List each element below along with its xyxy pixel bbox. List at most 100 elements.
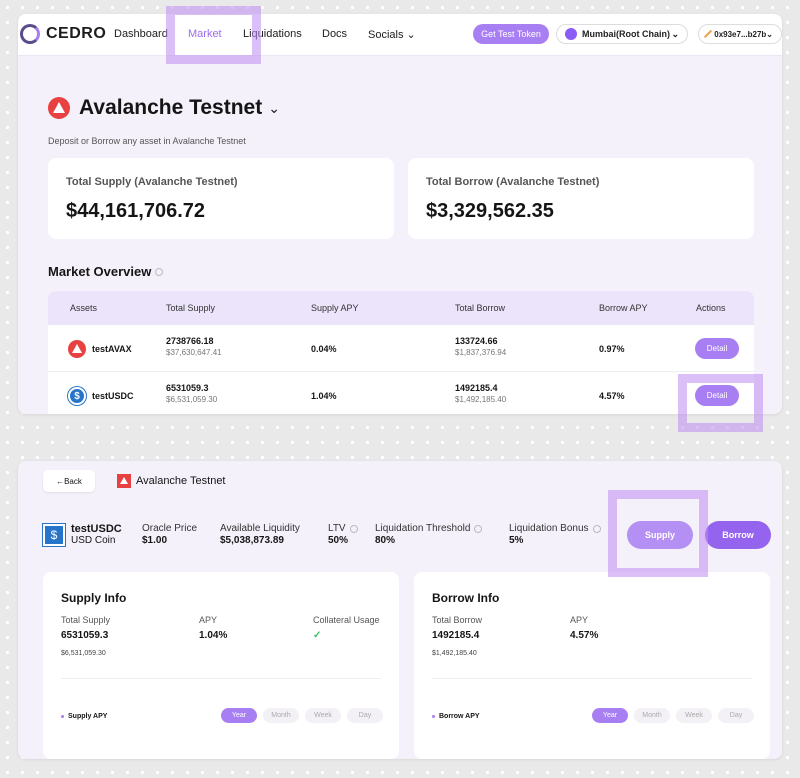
oracle-price-value: $1.00 [142, 535, 168, 546]
liq-threshold-label: Liquidation Threshold [375, 523, 471, 534]
network-subtitle: Deposit or Borrow any asset in Avalanche… [48, 136, 246, 146]
oracle-price-label: Oracle Price [142, 523, 198, 534]
collateral-usage-label: Collateral Usage [313, 615, 380, 625]
table-row[interactable]: $ testUSDC 6531059.3 $6,531,059.30 1.04%… [48, 372, 754, 414]
nav-docs[interactable]: Docs [322, 28, 347, 40]
borrow-apy: 4.57% [599, 391, 625, 401]
ltv-label: LTV [328, 523, 346, 534]
supply-usd: $37,630,647.41 [166, 348, 222, 357]
market-table: Assets Total Supply Supply APY Total Bor… [48, 291, 754, 414]
info-icon[interactable] [349, 524, 358, 533]
nav-market[interactable]: Market [188, 28, 222, 40]
avax-token-icon [68, 340, 86, 358]
total-borrow-cell: 1492185.4 $1,492,185.40 [455, 383, 506, 404]
nav-dashboard[interactable]: Dashboard [114, 28, 168, 40]
info-icon[interactable] [474, 524, 483, 533]
supply-amount: 6531059.3 [166, 383, 209, 393]
network-title: Avalanche Testnet [79, 96, 263, 119]
available-liquidity: Available Liquidity $5,038,873.89 [220, 523, 300, 546]
asset-cell: testAVAX [68, 340, 132, 358]
tab-week[interactable]: Week [305, 708, 341, 723]
back-button[interactable]: ←Back [43, 470, 95, 492]
info-icon[interactable] [155, 267, 164, 276]
liquidity-value: $5,038,873.89 [220, 535, 284, 546]
chevron-down-icon: ⌄ [268, 99, 280, 116]
metamask-icon [703, 29, 713, 39]
borrow-usd: $1,837,376.94 [455, 348, 507, 357]
detail-network: Avalanche Testnet [117, 474, 226, 488]
borrow-amount: 1492185.4 [455, 383, 498, 393]
col-supply-apy: Supply APY [311, 303, 359, 313]
asset-name: testAVAX [92, 344, 132, 354]
borrow-apy-chart-title: Borrow APY [439, 713, 480, 720]
total-supply-label: Total Supply (Avalanche Testnet) [66, 176, 238, 188]
oracle-price: Oracle Price $1.00 [142, 523, 197, 546]
tab-year[interactable]: Year [221, 708, 257, 723]
asset-name: testUSDC [92, 391, 134, 401]
borrow-info-card: Borrow Info Total Borrow 1492185.4 $1,49… [414, 572, 770, 759]
asset-cell: $ testUSDC [68, 387, 134, 405]
liq-bonus-label-row: Liquidation Bonus [509, 523, 601, 534]
detail-button[interactable]: Detail [695, 338, 739, 359]
tab-day[interactable]: Day [718, 708, 754, 723]
supply-button[interactable]: Supply [627, 521, 693, 549]
tab-month[interactable]: Month [263, 708, 299, 723]
table-header: Assets Total Supply Supply APY Total Bor… [48, 291, 754, 325]
col-assets: Assets [70, 303, 98, 313]
tab-month[interactable]: Month [634, 708, 670, 723]
ltv-label-row: LTV [328, 523, 358, 534]
tab-week[interactable]: Week [676, 708, 712, 723]
chain-selector[interactable]: Mumbai(Root Chain) ⌄ [556, 24, 688, 44]
chain-icon [565, 28, 577, 40]
supply-apy: 0.04% [311, 344, 337, 354]
total-supply-card: Total Supply (Avalanche Testnet) $44,161… [48, 158, 394, 239]
borrow-range-tabs: Year Month Week Day [586, 708, 754, 723]
detail-button[interactable]: Detail [695, 385, 739, 406]
legend-dot-icon [432, 715, 435, 718]
top-nav: CEDRO Dashboard Market Liquidations Docs… [18, 14, 782, 56]
supply-range-tabs: Year Month Week Day [215, 708, 383, 723]
market-panel: CEDRO Dashboard Market Liquidations Docs… [18, 14, 782, 414]
collateral-usage-col: Collateral Usage ✓ [313, 615, 380, 641]
col-actions: Actions [696, 303, 726, 313]
col-total-supply: Total Supply [166, 303, 216, 313]
tab-day[interactable]: Day [347, 708, 383, 723]
wallet-button[interactable]: 0x93e7...b27b ⌄ [698, 24, 782, 44]
total-supply-value: $44,161,706.72 [66, 200, 206, 222]
tab-year[interactable]: Year [592, 708, 628, 723]
liquidity-label: Available Liquidity [220, 523, 300, 534]
borrow-apy-label: APY [570, 615, 589, 625]
supply-total-label: Total Supply [61, 615, 111, 625]
asset-detail-panel: ←Back Avalanche Testnet $ testUSDC USD C… [18, 461, 782, 759]
total-supply-cell: 6531059.3 $6,531,059.30 [166, 383, 217, 404]
liq-threshold-value: 80% [375, 535, 396, 546]
supply-total-value: 6531059.3 [61, 630, 109, 641]
table-row[interactable]: testAVAX 2738766.18 $37,630,647.41 0.04%… [48, 325, 754, 372]
chevron-down-icon: ⌄ [406, 29, 416, 41]
borrow-apy-chart-label: Borrow APY [432, 713, 480, 720]
liquidation-bonus: Liquidation Bonus 5% [509, 523, 601, 546]
borrow-button[interactable]: Borrow [705, 521, 771, 549]
usdc-token-icon: $ [68, 387, 86, 405]
market-overview-title: Market Overview [48, 264, 164, 279]
chain-label: Mumbai(Root Chain) [582, 29, 670, 39]
borrow-total-col: Total Borrow 1492185.4 $1,492,185.40 [432, 615, 482, 657]
check-icon: ✓ [313, 630, 322, 641]
nav-socials[interactable]: Socials ⌄ [368, 28, 416, 41]
logo[interactable]: CEDRO [20, 24, 106, 44]
col-total-borrow: Total Borrow [455, 303, 506, 313]
liq-bonus-value: 5% [509, 535, 524, 546]
get-test-token-button[interactable]: Get Test Token [473, 24, 549, 44]
info-icon[interactable] [592, 524, 601, 533]
detail-network-label: Avalanche Testnet [136, 475, 226, 487]
market-overview-label: Market Overview [48, 264, 152, 279]
total-borrow-card: Total Borrow (Avalanche Testnet) $3,329,… [408, 158, 754, 239]
chevron-down-icon: ⌄ [766, 29, 773, 39]
total-borrow-label: Total Borrow (Avalanche Testnet) [426, 176, 600, 188]
network-selector[interactable]: Avalanche Testnet ⌄ [48, 96, 280, 120]
borrow-total-usd: $1,492,185.40 [432, 650, 477, 657]
col-borrow-apy: Borrow APY [599, 303, 648, 313]
borrow-total-value: 1492185.4 [432, 630, 480, 641]
nav-liquidations[interactable]: Liquidations [243, 28, 302, 40]
supply-info-title: Supply Info [61, 591, 127, 605]
